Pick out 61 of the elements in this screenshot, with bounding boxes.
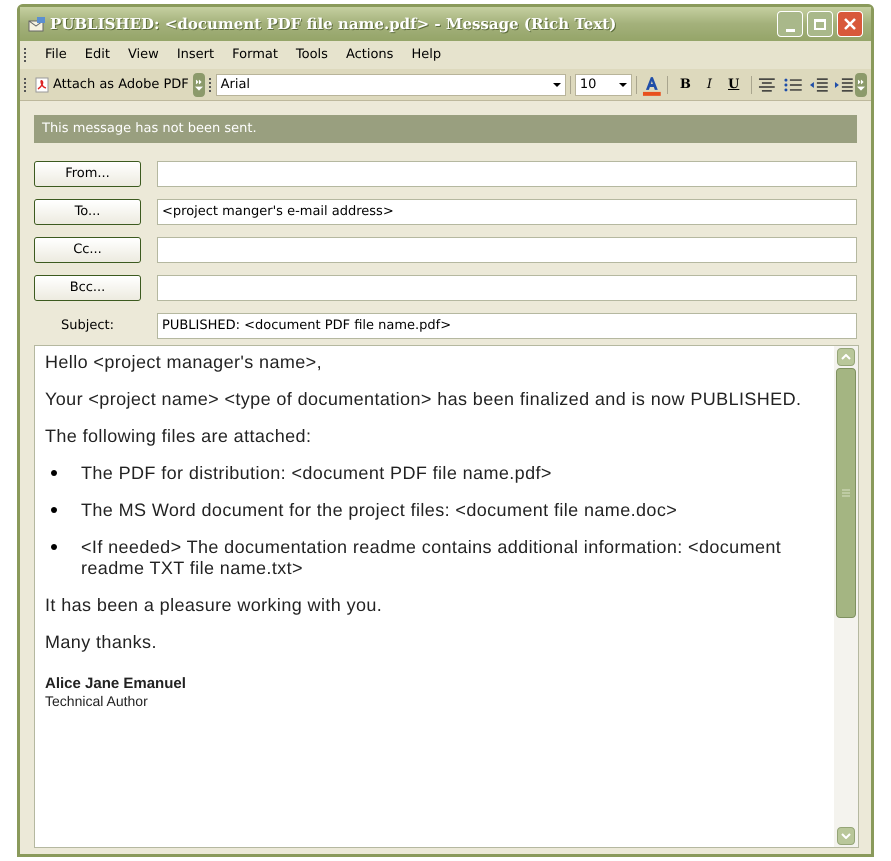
scroll-down-button[interactable] [837, 827, 855, 845]
scrollbar[interactable] [834, 346, 858, 847]
message-body[interactable] [34, 345, 859, 848]
address-button[interactable]: From... [34, 161, 141, 187]
list-item: <If needed> The documentation readme contains additional information: <document readme TXT file name.txt> [81, 537, 782, 579]
input-field[interactable] [157, 237, 857, 263]
input-field[interactable]: <project manger's e-mail address> [157, 199, 857, 225]
body-paragraph: Many thanks. [45, 632, 158, 653]
field-label: Subject: [60, 317, 115, 336]
decrease-indent-icon[interactable] [808, 76, 830, 94]
chevron-icon [194, 78, 203, 92]
menu-item[interactable]: File [45, 45, 67, 65]
font-dropdown[interactable]: Arial [216, 74, 566, 96]
input-field[interactable] [157, 161, 857, 187]
increase-indent-icon[interactable] [833, 76, 856, 94]
close-icon [843, 17, 857, 31]
overflow-button[interactable] [192, 72, 205, 96]
pdf-icon [34, 76, 49, 92]
address-button[interactable]: Bcc... [34, 275, 141, 301]
envelope-icon [28, 16, 46, 32]
toolbar-grip-icon [208, 78, 212, 92]
caret-icon [552, 82, 561, 86]
window-title: PUBLISHED: <document PDF file name.pdf> - Message (Rich Text) [50, 14, 618, 35]
menu-item[interactable]: Tools [296, 45, 328, 65]
menu-item[interactable]: Insert [176, 45, 214, 65]
list-item: The MS Word document for the project files: <document file name.doc> [81, 500, 678, 521]
minimize-button[interactable] [777, 11, 803, 37]
bullet-icon [51, 544, 57, 550]
bullet-icon [51, 507, 57, 513]
menu-item[interactable]: Actions [346, 45, 394, 65]
bullet-list-icon[interactable] [782, 76, 804, 94]
chevron-icon [857, 78, 866, 92]
body-paragraph: The following files are attached: [45, 426, 312, 447]
bold-button[interactable]: B [672, 74, 699, 94]
body-paragraph: Hello <project manager's name>, [45, 352, 323, 373]
body-paragraph: Your <project name> <type of documentation> has been finalized and is now PUBLISHED. [45, 389, 802, 410]
maximize-button[interactable] [807, 11, 833, 37]
address-button[interactable]: To... [34, 199, 141, 225]
input-field[interactable] [157, 275, 857, 301]
size-dropdown[interactable]: 10 [574, 74, 632, 96]
signature-name: Alice Jane Emanuel [45, 675, 187, 693]
italic-button[interactable]: I [698, 74, 720, 94]
grip-icon [842, 489, 850, 497]
menu-item[interactable]: Help [411, 45, 442, 65]
menu-item[interactable]: Edit [84, 45, 110, 65]
scroll-thumb[interactable] [836, 368, 856, 618]
input-field[interactable]: PUBLISHED: <document PDF file name.pdf> [157, 313, 857, 339]
menu-item[interactable]: Format [232, 45, 278, 65]
toolbar-grip-icon [24, 78, 27, 92]
underline-button[interactable]: U [720, 74, 748, 94]
info-bar: This message has not been sent. [34, 115, 857, 143]
attach-pdf-button[interactable]: Attach as Adobe PDF [30, 72, 193, 96]
bullet-icon [51, 470, 57, 476]
close-button[interactable] [837, 11, 863, 37]
caret-icon [619, 82, 628, 86]
address-button[interactable]: Cc... [34, 237, 141, 263]
body-paragraph: It has been a pleasure working with you. [45, 595, 384, 616]
list-item: The PDF for distribution: <document PDF file name.pdf> [81, 463, 553, 484]
signature-title: Technical Author [45, 693, 149, 710]
scroll-up-button[interactable] [837, 348, 855, 366]
menu-item[interactable]: View [128, 45, 159, 65]
